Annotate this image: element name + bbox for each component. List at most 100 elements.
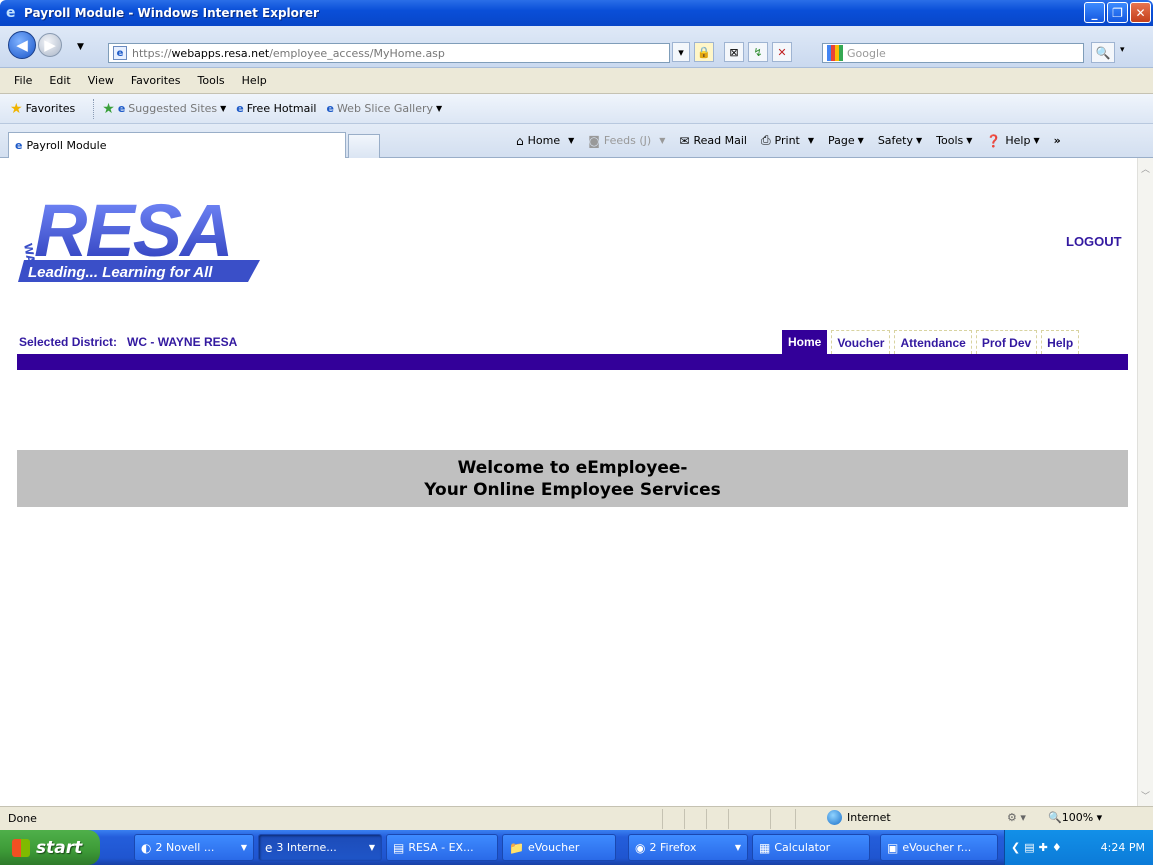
- menu-edit[interactable]: Edit: [49, 74, 70, 87]
- site-nav-tabs: Home Voucher Attendance Prof Dev Help: [782, 330, 1080, 354]
- page-icon: e: [113, 46, 127, 60]
- menu-tools[interactable]: Tools: [198, 74, 225, 87]
- calculator-icon: ▦: [759, 840, 771, 855]
- windows-flag-icon: [12, 838, 30, 857]
- taskbar-item-firefox[interactable]: ◉ 2 Firefox ▼: [628, 834, 748, 861]
- address-url: https://webapps.resa.net/employee_access…: [132, 46, 445, 60]
- globe-icon: [827, 810, 842, 825]
- taskbar-item-evoucher-doc[interactable]: ▣ eVoucher r...: [880, 834, 998, 861]
- chevron-more-icon[interactable]: »: [1054, 134, 1061, 147]
- favorites-button[interactable]: ★ Favorites: [10, 101, 75, 117]
- welcome-banner: Welcome to eEmployee- Your Online Employ…: [17, 450, 1128, 507]
- security-zone[interactable]: Internet: [827, 810, 891, 825]
- start-button[interactable]: start: [0, 830, 100, 865]
- clock[interactable]: 4:24 PM: [1101, 841, 1145, 854]
- maximize-button[interactable]: ❐: [1107, 2, 1128, 23]
- refresh-icon[interactable]: ↯: [748, 42, 768, 62]
- window-title-bar[interactable]: e Payroll Module - Windows Internet Expl…: [0, 0, 1153, 26]
- nav-underline-bar: [17, 354, 1128, 370]
- taskbar-item-evoucher[interactable]: 📁 eVoucher: [502, 834, 616, 861]
- selected-district: Selected District: WC - WAYNE RESA: [19, 335, 238, 349]
- district-value: WC - WAYNE RESA: [127, 335, 238, 349]
- nav-tab-prof-dev[interactable]: Prof Dev: [975, 330, 1038, 354]
- taskbar-item-internet-explorer[interactable]: e3 Interne... ▼: [258, 834, 382, 861]
- menu-view[interactable]: View: [88, 74, 114, 87]
- feeds-icon: ◙: [588, 133, 600, 148]
- scroll-down-icon[interactable]: ﹀: [1141, 789, 1150, 802]
- dropdown-icon: ▼: [436, 104, 443, 113]
- google-icon: [827, 45, 843, 61]
- nav-tab-voucher[interactable]: Voucher: [831, 330, 891, 354]
- lock-icon[interactable]: 🔒: [694, 42, 714, 62]
- search-input[interactable]: Google: [822, 43, 1084, 63]
- screen: e Payroll Module - Windows Internet Expl…: [0, 0, 1153, 865]
- compatibility-view-icon[interactable]: ⊠: [724, 42, 744, 62]
- safety-menu[interactable]: Safety ▼: [878, 134, 922, 147]
- new-tab-button[interactable]: [348, 134, 380, 158]
- address-toolbar: ◀ ▶ ▼ e https://webapps.resa.net/employe…: [0, 26, 1153, 68]
- ie-icon: e: [326, 102, 334, 115]
- search-button[interactable]: 🔍: [1091, 42, 1115, 63]
- status-text: Done: [8, 812, 37, 825]
- feeds-command[interactable]: ◙ Feeds (J) ▼: [588, 134, 665, 148]
- window-title: Payroll Module - Windows Internet Explor…: [24, 6, 319, 20]
- ie-icon: e: [15, 139, 23, 152]
- print-command[interactable]: ⎙ Print ▼: [761, 133, 814, 148]
- nav-tab-attendance[interactable]: Attendance: [894, 330, 972, 354]
- back-button[interactable]: ◀: [8, 31, 36, 59]
- favorites-bar: ★ Favorites ★ e Suggested Sites ▼ e Free…: [0, 94, 1153, 124]
- resa-logo[interactable]: WAYNE RESA Leading... Learning for All: [18, 190, 260, 282]
- address-dropdown-icon[interactable]: ▾: [672, 42, 690, 62]
- forward-button[interactable]: ▶: [38, 33, 62, 57]
- document-icon: ▣: [887, 840, 899, 855]
- printer-icon: ⎙: [760, 133, 771, 147]
- tab-command-bar: e Payroll Module ⌂ Home ▼ ◙ Feeds (J) ▼ ✉ Rea…: [0, 124, 1153, 158]
- menu-favorites[interactable]: Favorites: [131, 74, 181, 87]
- taskbar-item-calculator[interactable]: ▦ Calculator: [752, 834, 870, 861]
- nav-tab-home[interactable]: Home: [782, 330, 828, 354]
- scroll-up-icon[interactable]: ︿: [1141, 162, 1150, 175]
- stop-icon[interactable]: ✕: [772, 42, 792, 62]
- tab-payroll-module[interactable]: e Payroll Module: [8, 132, 346, 158]
- taskbar-item-resa[interactable]: ▤ RESA - EX...: [386, 834, 498, 861]
- ie-icon: e: [265, 840, 273, 855]
- menu-file[interactable]: File: [14, 74, 32, 87]
- firefox-icon: ◉: [635, 840, 646, 855]
- recent-pages-dropdown-icon[interactable]: ▼: [77, 42, 84, 52]
- vertical-scrollbar[interactable]: ︿ ﹀: [1137, 158, 1153, 806]
- web-page: WAYNE RESA Leading... Learning for All L…: [0, 158, 1137, 806]
- suggested-sites-link[interactable]: e Suggested Sites ▼: [118, 102, 226, 115]
- wifi-icon[interactable]: ♦: [1052, 841, 1062, 854]
- mail-icon: ✉: [679, 133, 690, 148]
- help-menu[interactable]: ❓ Help ▼: [986, 134, 1039, 148]
- close-button[interactable]: ✕: [1130, 2, 1151, 23]
- tray-app-icon[interactable]: ▤: [1024, 841, 1034, 854]
- tray-expand-icon[interactable]: ❮: [1011, 841, 1020, 854]
- home-icon: ⌂: [516, 133, 524, 148]
- protected-mode-icon[interactable]: ⚙ ▾: [1007, 811, 1026, 824]
- menu-help[interactable]: Help: [242, 74, 267, 87]
- ie-logo-icon: e: [6, 5, 16, 21]
- web-slice-gallery-link[interactable]: e Web Slice Gallery ▼: [326, 102, 442, 115]
- zoom-level[interactable]: 🔍100% ▾: [1048, 811, 1102, 824]
- read-mail-command[interactable]: ✉ Read Mail: [679, 134, 747, 148]
- system-tray: ❮ ▤ ✚ ♦ 4:24 PM: [1004, 830, 1153, 865]
- logout-link[interactable]: LOGOUT: [1066, 234, 1122, 249]
- nav-tab-help[interactable]: Help: [1041, 330, 1080, 354]
- home-command[interactable]: ⌂ Home ▼: [516, 134, 574, 148]
- free-hotmail-link[interactable]: e Free Hotmail: [236, 102, 316, 115]
- menu-bar: File Edit View Favorites Tools Help: [0, 68, 1153, 94]
- add-favorite-icon[interactable]: ★: [102, 101, 115, 117]
- command-bar: ⌂ Home ▼ ◙ Feeds (J) ▼ ✉ Read Mail ⎙ Print ▼ Pa…: [516, 133, 1061, 148]
- search-options-icon[interactable]: ▾: [1120, 45, 1125, 55]
- taskbar-item-novell[interactable]: ◐ 2 Novell ... ▼: [134, 834, 254, 861]
- tray-security-icon[interactable]: ✚: [1039, 841, 1048, 854]
- status-bar: Done Internet ⚙ ▾ 🔍100% ▾: [0, 806, 1153, 830]
- tools-menu[interactable]: Tools ▼: [936, 134, 972, 147]
- address-bar[interactable]: e https://webapps.resa.net/employee_acce…: [108, 43, 670, 63]
- ie-icon: e: [117, 102, 126, 115]
- logo-tagline-text: Leading... Learning for All: [28, 264, 213, 281]
- ie-icon: e: [236, 102, 244, 115]
- page-menu[interactable]: Page ▼: [828, 134, 864, 147]
- minimize-button[interactable]: _: [1084, 2, 1105, 23]
